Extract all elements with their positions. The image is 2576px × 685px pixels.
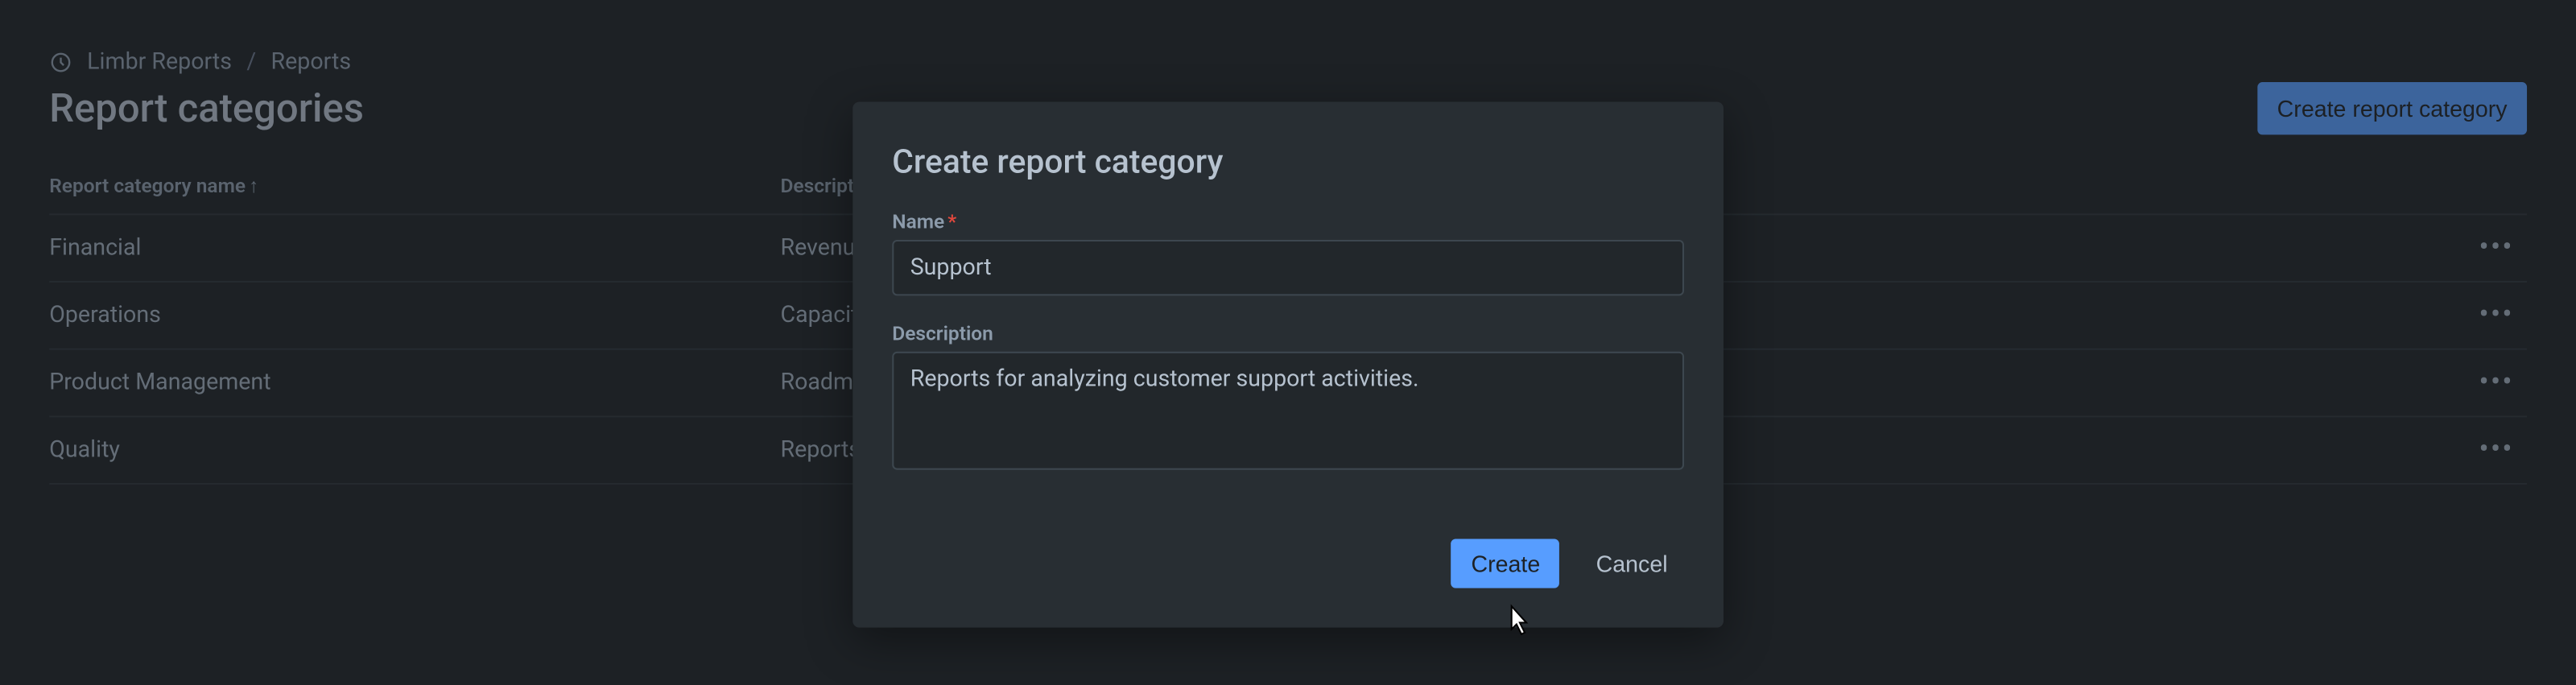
name-field-label: Name* <box>892 210 1684 233</box>
required-indicator: * <box>947 210 956 233</box>
column-header-name-label: Report category name <box>49 174 246 197</box>
description-field-label: Description <box>892 322 1684 345</box>
breadcrumb: Limbr Reports / Reports <box>49 49 2527 76</box>
breadcrumb-separator: / <box>246 49 256 76</box>
more-actions-icon[interactable]: ••• <box>2479 368 2513 398</box>
description-textarea[interactable] <box>892 352 1684 470</box>
breadcrumb-page[interactable]: Reports <box>271 49 352 76</box>
page-title: Report categories <box>49 85 364 131</box>
row-name[interactable]: Quality <box>49 437 780 464</box>
create-report-category-button[interactable]: Create report category <box>2257 82 2527 134</box>
column-header-name[interactable]: Report category name↑ <box>49 174 780 197</box>
modal-title: Create report category <box>892 142 1684 181</box>
cancel-button[interactable]: Cancel <box>1579 539 1684 588</box>
name-input[interactable] <box>892 240 1684 295</box>
create-button[interactable]: Create <box>1451 539 1560 588</box>
more-actions-icon[interactable]: ••• <box>2479 233 2513 263</box>
row-name[interactable]: Financial <box>49 235 780 262</box>
create-report-category-modal: Create report category Name* Description… <box>852 102 1724 628</box>
row-name[interactable]: Product Management <box>49 369 780 396</box>
app-logo-icon <box>49 51 72 74</box>
name-label-text: Name <box>892 210 944 233</box>
more-actions-icon[interactable]: ••• <box>2479 301 2513 331</box>
more-actions-icon[interactable]: ••• <box>2479 435 2513 465</box>
sort-ascending-icon: ↑ <box>249 174 258 197</box>
breadcrumb-app-name[interactable]: Limbr Reports <box>87 49 232 76</box>
row-name[interactable]: Operations <box>49 303 780 329</box>
